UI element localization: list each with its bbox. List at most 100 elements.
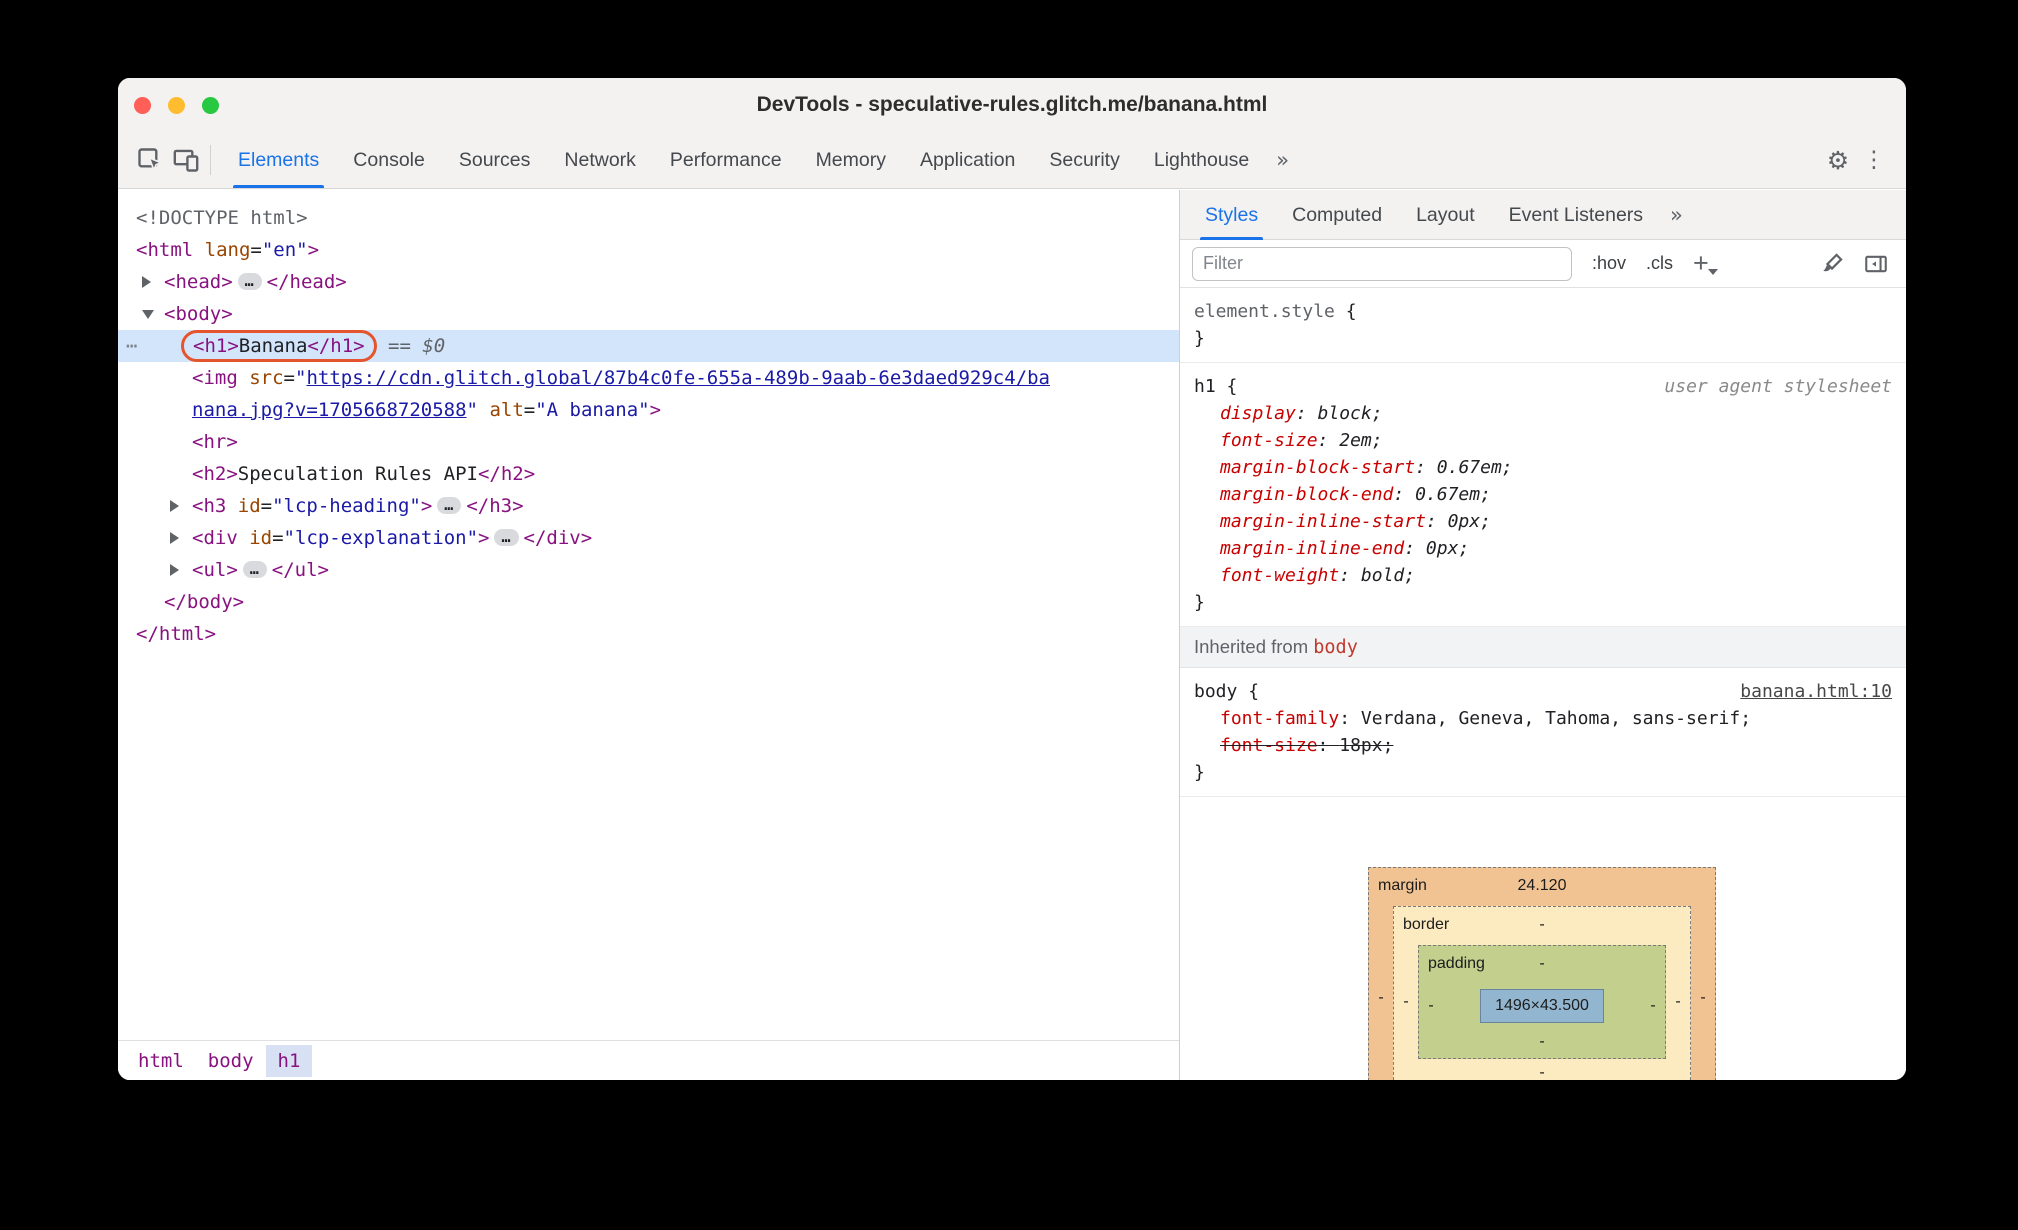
style-property-font-family[interactable]: font-family: Verdana, Geneva, Tahoma, sa… [1194,705,1892,732]
expand-ellipsis-button[interactable]: … [437,497,462,514]
rule-source-link[interactable]: banana.html:10 [1740,678,1892,705]
dom-node-selected[interactable]: ⋯ <h1>Banana</h1> == $0 [118,330,1179,362]
close-button[interactable] [134,97,151,114]
tab-performance[interactable]: Performance [653,132,799,188]
padding-right-value[interactable]: - [1641,984,1665,1028]
styles-filter-input[interactable] [1192,246,1572,281]
padding-left-value[interactable]: - [1419,984,1443,1028]
style-property-font-size[interactable]: font-size: 18px; [1194,732,1892,759]
rule-selector[interactable]: h1 [1194,376,1216,397]
more-sidebar-tabs-icon[interactable]: » [1660,203,1693,227]
tab-network[interactable]: Network [547,132,653,188]
style-property-display[interactable]: display: block; [1194,400,1892,427]
rule-close-brace: } [1194,592,1205,613]
dom-node[interactable]: <!DOCTYPE html> [118,202,1179,234]
tab-memory[interactable]: Memory [799,132,903,188]
expand-arrow-right-icon[interactable] [170,564,179,576]
tab-styles[interactable]: Styles [1188,190,1275,240]
expand-arrow-right-icon[interactable] [142,276,151,288]
dom-node[interactable]: <html lang="en"> [118,234,1179,266]
tab-computed[interactable]: Computed [1275,190,1399,240]
padding-bottom-value[interactable]: - [1419,1028,1665,1058]
inspect-element-icon[interactable] [132,142,168,178]
inherited-node-link[interactable]: body [1313,637,1358,658]
margin-top-row: margin 24.120 [1369,868,1715,906]
border-top-value[interactable]: - [1394,916,1690,934]
tab-lighthouse[interactable]: Lighthouse [1137,132,1266,188]
node-options-dots[interactable]: ⋯ [126,330,137,362]
breadcrumb-item-h1[interactable]: h1 [265,1044,313,1077]
box-model-border[interactable]: border - - padding - - 1496×43.500 - - -… [1393,906,1691,1080]
dom-node[interactable]: nana.jpg?v=1705668720588" alt="A banana"… [118,394,1179,426]
expand-arrow-down-icon[interactable] [142,310,154,319]
window-title: DevTools - speculative-rules.glitch.me/b… [756,93,1268,116]
dom-node[interactable]: <h2>Speculation Rules API</h2> [118,458,1179,490]
box-model-diagram: margin 24.120 - border - - padding - - 1… [1368,867,1716,1080]
breadcrumb-item-html[interactable]: html [126,1045,196,1077]
dom-node[interactable]: <h3 id="lcp-heading">… </h3> [118,490,1179,522]
expand-ellipsis-button[interactable]: … [237,273,262,290]
margin-top-value[interactable]: 24.120 [1369,877,1715,895]
box-model-margin[interactable]: margin 24.120 - border - - padding - - 1… [1368,867,1716,1080]
styles-sidebar: StylesComputedLayoutEvent Listeners » :h… [1180,190,1906,1080]
device-toolbar-icon[interactable] [168,142,204,178]
dom-node[interactable]: <head>… </head> [118,266,1179,298]
dom-node[interactable]: <hr> [118,426,1179,458]
rule-origin-label: user agent stylesheet [1664,376,1892,397]
expand-ellipsis-button[interactable]: … [242,561,267,578]
sidebar-tabs: Styles Computed Layout Event Listeners » [1180,190,1906,240]
border-bottom-value[interactable]: - [1394,1059,1690,1080]
expand-arrow-right-icon[interactable] [170,500,179,512]
tab-application[interactable]: Application [903,132,1032,188]
style-property-font-size[interactable]: font-size: 2em; [1194,427,1892,454]
expand-ellipsis-button[interactable]: … [494,529,519,546]
toggle-element-state-button[interactable]: :hov [1592,253,1626,274]
more-tabs-icon[interactable]: » [1266,148,1299,172]
dom-token-attr: id [226,495,261,517]
dom-token-tag: > [478,527,490,549]
margin-right-value[interactable]: - [1691,906,1715,1080]
devtools-main-toolbar: Elements Console Sources Network Performance… [118,132,1906,189]
dock-panel-icon [1865,255,1887,272]
style-property-margin-block-end[interactable]: margin-block-end: 0.67em; [1194,481,1892,508]
rule-selector[interactable]: body [1194,681,1237,702]
tab-elements[interactable]: Elements [221,132,336,188]
expand-arrow-right-icon[interactable] [170,532,179,544]
dom-node[interactable]: </body> [118,586,1179,618]
style-property-font-weight[interactable]: font-weight: bold; [1194,562,1892,589]
breadcrumb-item-body[interactable]: body [196,1045,266,1077]
box-model-content[interactable]: 1496×43.500 [1480,989,1604,1023]
margin-left-value[interactable]: - [1369,906,1393,1080]
element-classes-button[interactable]: .cls [1646,253,1673,274]
dom-token-link[interactable]: https://cdn.glitch.global/87b4c0fe-655a-… [306,367,1050,389]
more-options-kebab-icon[interactable]: ⋮ [1856,142,1892,178]
dom-node[interactable]: <ul>… </ul> [118,554,1179,586]
box-model-padding[interactable]: padding - - 1496×43.500 - - [1418,945,1666,1059]
settings-gear-icon[interactable]: ⚙ [1820,142,1856,178]
style-property-margin-block-start[interactable]: margin-block-start: 0.67em; [1194,454,1892,481]
style-property-margin-inline-start[interactable]: margin-inline-start: 0px; [1194,508,1892,535]
minimize-button[interactable] [168,97,185,114]
inspect-icon [138,148,164,173]
border-left-value[interactable]: - [1394,945,1418,1059]
dom-node[interactable]: </html> [118,618,1179,650]
tab-layout[interactable]: Layout [1399,190,1492,240]
padding-top-value[interactable]: - [1419,955,1665,973]
dom-node[interactable]: <img src="https://cdn.glitch.global/87b4… [118,362,1179,394]
tab-security[interactable]: Security [1032,132,1136,188]
dom-token-plain: = [260,495,273,517]
rendering-brush-icon[interactable] [1814,246,1850,282]
style-property-margin-inline-end[interactable]: margin-inline-end: 0px; [1194,535,1892,562]
dom-token-tag: <ul> [192,559,238,581]
new-style-rule-button[interactable]: + [1693,250,1718,277]
border-right-value[interactable]: - [1666,945,1690,1059]
dom-node[interactable]: <body> [118,298,1179,330]
rule-selector[interactable]: element.style [1194,301,1335,322]
tab-console[interactable]: Console [336,132,442,188]
tab-sources[interactable]: Sources [442,132,548,188]
dom-token-link[interactable]: nana.jpg?v=1705668720588 [192,399,467,421]
toggle-sidebar-icon[interactable] [1858,246,1894,282]
dom-node[interactable]: <div id="lcp-explanation">… </div> [118,522,1179,554]
zoom-button[interactable] [202,97,219,114]
tab-event-listeners[interactable]: Event Listeners [1492,190,1660,240]
